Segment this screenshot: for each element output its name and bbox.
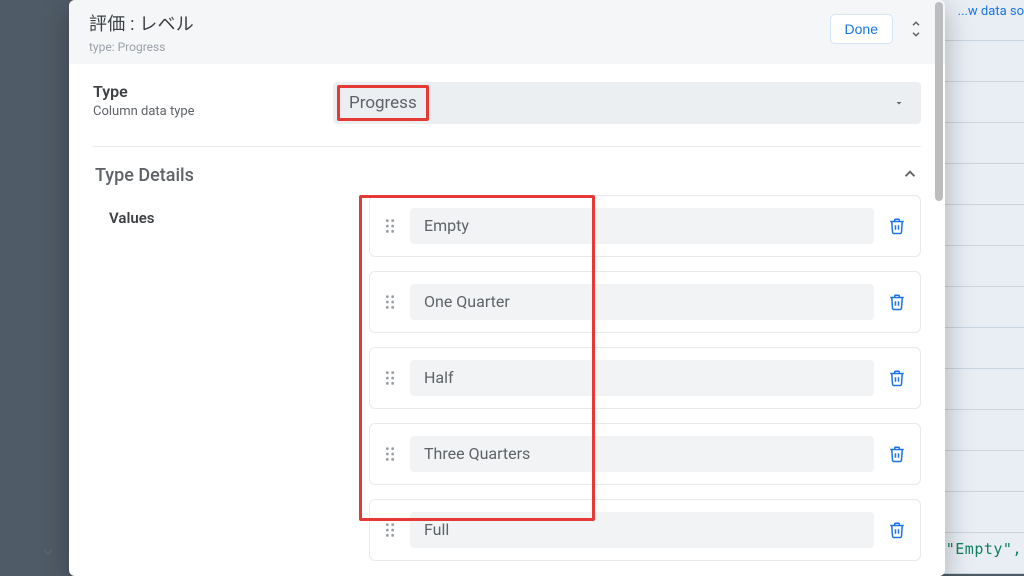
- done-button[interactable]: Done: [830, 14, 893, 44]
- trash-icon[interactable]: [888, 293, 906, 311]
- type-label: Type: [93, 82, 313, 101]
- trash-icon[interactable]: [888, 369, 906, 387]
- background-rows: [934, 0, 1024, 576]
- drag-handle-icon[interactable]: [384, 522, 396, 538]
- dialog-title: 評価 : レベル: [89, 14, 194, 36]
- trash-icon[interactable]: [888, 217, 906, 235]
- type-details-title: Type Details: [95, 165, 194, 186]
- drag-handle-icon[interactable]: [384, 294, 396, 310]
- type-section: Type Column data type Progress: [93, 82, 921, 147]
- values-label: Values: [109, 209, 359, 227]
- type-select[interactable]: Progress: [333, 82, 921, 124]
- trash-icon[interactable]: [888, 445, 906, 463]
- value-input[interactable]: [410, 360, 874, 396]
- value-input[interactable]: [410, 436, 874, 472]
- unfold-icon[interactable]: [907, 20, 925, 38]
- value-input[interactable]: [410, 284, 874, 320]
- drag-handle-icon[interactable]: [384, 218, 396, 234]
- caret-down-icon: [893, 97, 905, 109]
- column-editor-dialog: 評価 : レベル type: Progress Done Type Column…: [69, 0, 945, 576]
- value-row: [369, 271, 921, 333]
- dialog-header: 評価 : レベル type: Progress Done: [69, 0, 945, 64]
- dialog-scrollbar-thumb[interactable]: [935, 2, 943, 201]
- background-link-fragment: ...w data so: [958, 0, 1024, 23]
- background-code-fragment: "Empty",: [946, 540, 1022, 558]
- chevron-up-icon: [901, 165, 919, 187]
- value-row: [369, 195, 921, 257]
- value-row: [369, 347, 921, 409]
- type-sublabel: Column data type: [93, 104, 313, 119]
- background-expand-chevron[interactable]: [40, 544, 56, 564]
- value-input[interactable]: [410, 512, 874, 548]
- values-list: [369, 195, 921, 575]
- type-details-header[interactable]: Type Details: [93, 147, 921, 195]
- drag-handle-icon[interactable]: [384, 370, 396, 386]
- value-row: [369, 423, 921, 485]
- value-row: [369, 499, 921, 561]
- value-input[interactable]: [410, 208, 874, 244]
- drag-handle-icon[interactable]: [384, 446, 396, 462]
- trash-icon[interactable]: [888, 521, 906, 539]
- dialog-subtitle: type: Progress: [89, 40, 194, 54]
